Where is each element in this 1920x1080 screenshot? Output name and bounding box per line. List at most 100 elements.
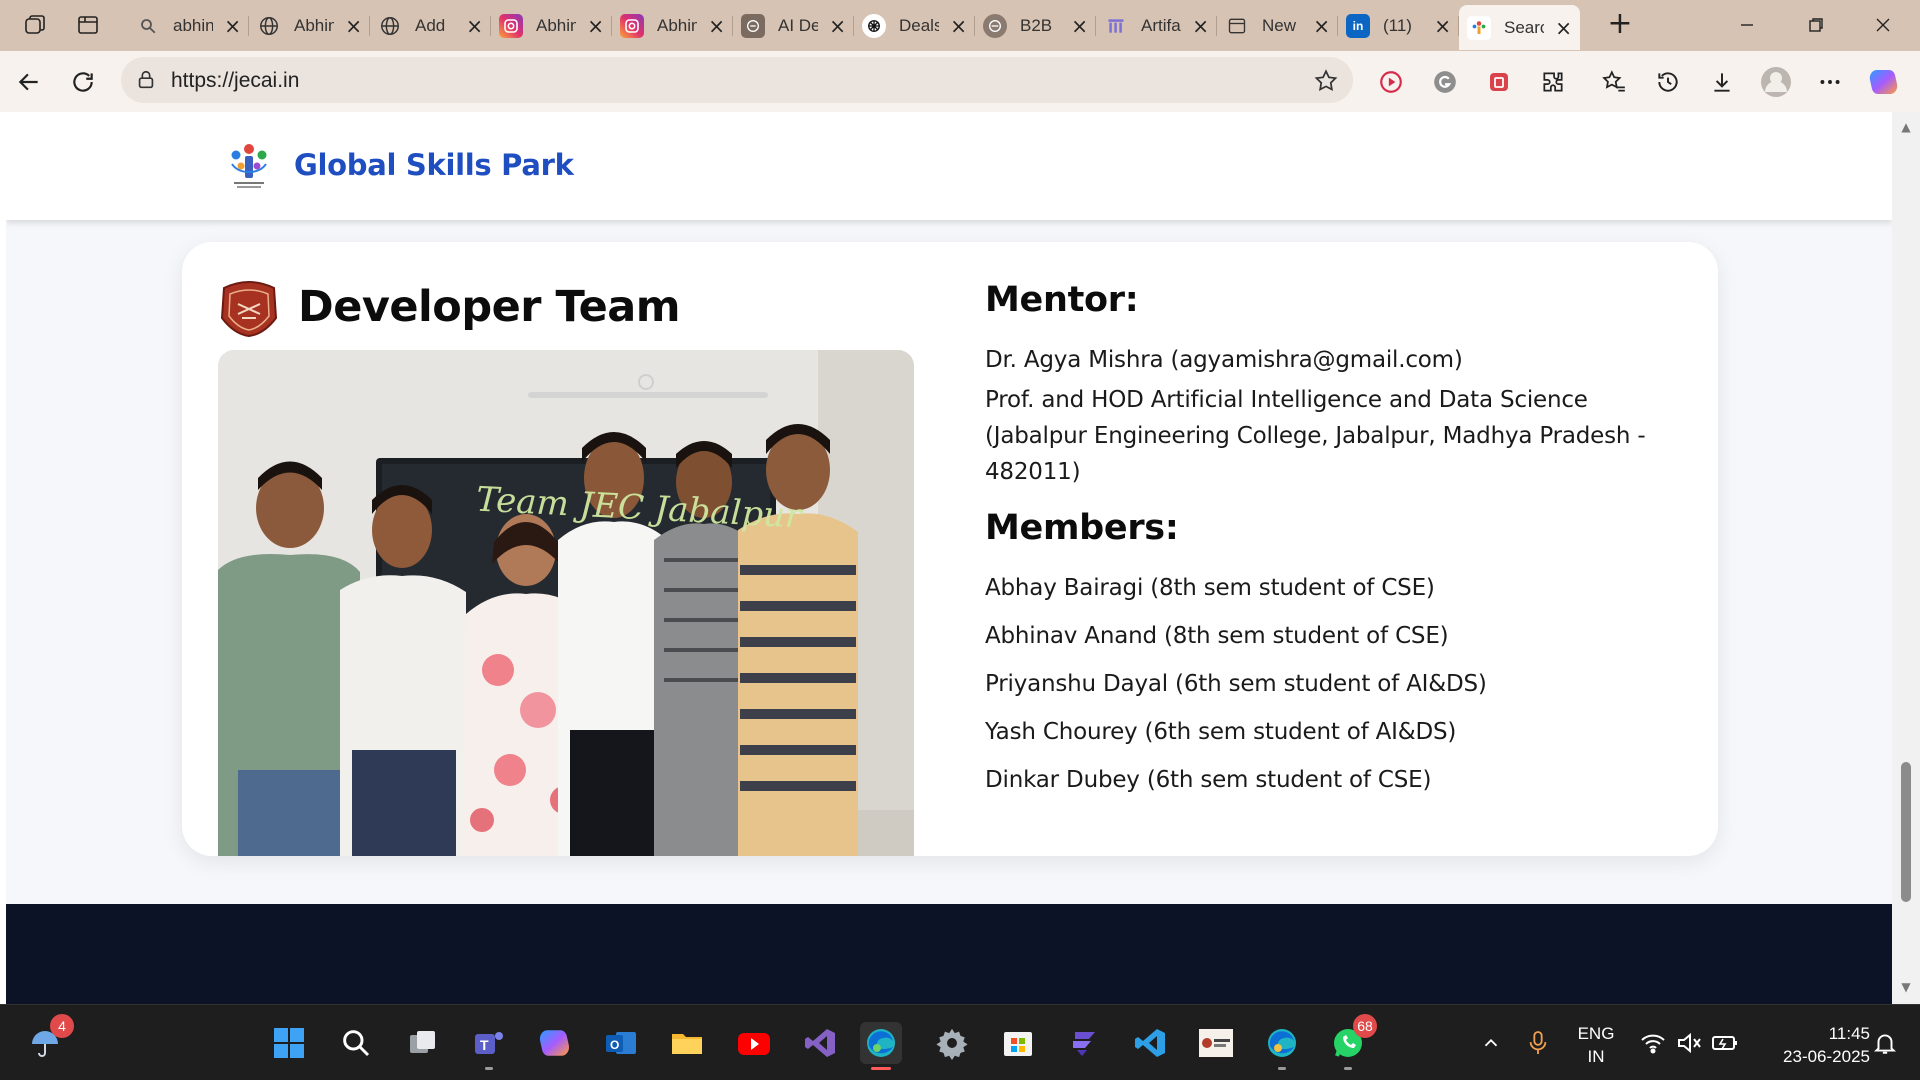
back-arrow-icon[interactable]	[12, 65, 46, 99]
pinned-site-icon[interactable]	[1195, 1022, 1237, 1064]
tab-title: B2B	[1020, 15, 1053, 35]
edge-beta-icon[interactable]	[1261, 1022, 1303, 1070]
workspaces-icon[interactable]	[20, 10, 50, 40]
close-icon[interactable]: ×	[1313, 14, 1330, 38]
tab-ai[interactable]: AI Dev ×	[733, 6, 854, 45]
downloads-icon[interactable]	[1705, 65, 1739, 99]
visual-studio-icon[interactable]	[799, 1022, 841, 1064]
more-menu-icon[interactable]	[1813, 65, 1847, 99]
site-logo[interactable]	[224, 140, 274, 192]
address-bar[interactable]: https://jecai.in	[121, 57, 1353, 103]
globe-icon	[378, 14, 402, 38]
edge-browser-icon[interactable]	[860, 1022, 902, 1070]
record-icon[interactable]	[1374, 65, 1408, 99]
settings-gear-icon[interactable]	[931, 1022, 973, 1064]
battery-icon[interactable]	[1704, 1022, 1746, 1064]
tab-title: Artifact	[1141, 15, 1181, 35]
search-icon[interactable]	[335, 1022, 377, 1064]
language-line1[interactable]: ENG	[1576, 1024, 1616, 1044]
tab-title: Abhinav	[294, 15, 334, 35]
tab-globe-2[interactable]: Add ×	[370, 6, 491, 45]
restore-icon[interactable]	[1798, 8, 1834, 42]
youtube-icon[interactable]	[733, 1022, 775, 1064]
tab-chatgpt[interactable]: Deals ×	[854, 6, 975, 45]
language-line2[interactable]: IN	[1576, 1047, 1616, 1067]
tray-chevron-up-icon[interactable]	[1470, 1022, 1512, 1064]
extension-red-icon[interactable]	[1482, 65, 1516, 99]
profile-avatar-icon[interactable]	[1759, 65, 1793, 99]
copilot-app-icon[interactable]	[534, 1022, 576, 1064]
power-automate-icon[interactable]	[1063, 1022, 1105, 1064]
close-icon[interactable]: ×	[1555, 16, 1572, 40]
grammarly-icon[interactable]	[1428, 65, 1462, 99]
whatsapp-icon[interactable]: 68	[1327, 1014, 1377, 1070]
tab-active[interactable]: Search ×	[1459, 5, 1580, 50]
vscode-icon[interactable]	[1129, 1022, 1171, 1064]
clock-time[interactable]: 11:45	[1750, 1024, 1870, 1044]
svg-text:O: O	[610, 1038, 619, 1052]
close-icon[interactable]: ×	[587, 14, 604, 38]
tab-b2b[interactable]: B2B ×	[975, 6, 1096, 45]
tab-title: Abhinav	[657, 15, 697, 35]
close-icon[interactable]: ×	[708, 14, 725, 38]
page-scrollbar[interactable]: ▲ ▼	[1892, 112, 1920, 1004]
history-icon[interactable]	[1651, 65, 1685, 99]
reload-icon[interactable]	[66, 65, 100, 99]
favorite-star-icon[interactable]	[1313, 68, 1339, 94]
browser-tab-strip: abhinav × Abhinav × Add × Abhinav ×	[0, 0, 1920, 51]
start-button[interactable]	[268, 1022, 310, 1064]
teams-icon[interactable]: T	[468, 1022, 510, 1070]
close-window-icon[interactable]	[1865, 8, 1901, 42]
browser-toolbar: https://jecai.in	[0, 51, 1920, 112]
taskbar: 4 T O 68 ENG IN 11:45 23-06-2025	[0, 1004, 1920, 1080]
scroll-thumb[interactable]	[1901, 762, 1911, 902]
tab-list: abhinav × Abhinav × Add × Abhinav ×	[128, 5, 1580, 50]
lock-icon[interactable]	[135, 69, 157, 91]
close-icon[interactable]: ×	[345, 14, 362, 38]
url-text[interactable]: https://jecai.in	[171, 69, 299, 93]
tab-title: Add	[415, 15, 446, 35]
weather-badge: 4	[50, 1014, 74, 1038]
close-icon[interactable]: ×	[950, 14, 967, 38]
copilot-icon[interactable]	[1867, 65, 1901, 99]
tab-new[interactable]: New ×	[1217, 6, 1338, 45]
close-icon[interactable]: ×	[224, 14, 241, 38]
clock-date[interactable]: 23-06-2025	[1750, 1047, 1870, 1067]
microphone-icon[interactable]	[1517, 1022, 1559, 1064]
chatgpt-icon	[862, 13, 886, 38]
tab-instagram-1[interactable]: Abhinav ×	[491, 6, 612, 45]
task-view-icon[interactable]	[402, 1022, 444, 1064]
scroll-up-icon[interactable]: ▲	[1900, 120, 1912, 134]
favorites-icon[interactable]	[1597, 65, 1631, 99]
microsoft-store-icon[interactable]	[997, 1022, 1039, 1064]
running-indicator	[1344, 1067, 1352, 1070]
close-icon[interactable]: ×	[1071, 14, 1088, 38]
tab-globe-1[interactable]: Abhinav ×	[249, 6, 370, 45]
close-icon[interactable]: ×	[1434, 14, 1451, 38]
close-icon[interactable]: ×	[1192, 14, 1209, 38]
tab-artifact[interactable]: Artifact ×	[1096, 6, 1217, 45]
site-icon	[1467, 15, 1491, 40]
file-explorer-icon[interactable]	[666, 1022, 708, 1064]
running-indicator	[871, 1067, 891, 1070]
member-item: Yash Chourey (6th sem student of AI&DS)	[985, 719, 1457, 745]
tab-instagram-2[interactable]: Abhinav ×	[612, 6, 733, 45]
globe-icon	[257, 14, 281, 38]
notification-bell-icon[interactable]	[1864, 1022, 1906, 1064]
minimize-icon[interactable]	[1729, 8, 1765, 42]
tab-linkedin[interactable]: in (11) ×	[1338, 6, 1459, 45]
weather-widget[interactable]: 4	[24, 1014, 74, 1064]
extensions-puzzle-icon[interactable]	[1536, 65, 1570, 99]
college-emblem-icon	[218, 278, 280, 338]
tab-actions-icon[interactable]	[73, 10, 103, 40]
close-icon[interactable]: ×	[466, 14, 483, 38]
members-title: Members:	[985, 508, 1179, 548]
tab-search[interactable]: abhinav ×	[128, 6, 249, 45]
close-icon[interactable]: ×	[829, 14, 846, 38]
scroll-down-icon[interactable]: ▼	[1900, 980, 1912, 994]
new-tab-button[interactable]: +	[1603, 8, 1637, 42]
svg-text:T: T	[480, 1037, 489, 1053]
site-title[interactable]: Global Skills Park	[294, 148, 574, 182]
outlook-icon[interactable]: O	[600, 1022, 642, 1064]
tab-title: abhinav	[173, 15, 213, 35]
